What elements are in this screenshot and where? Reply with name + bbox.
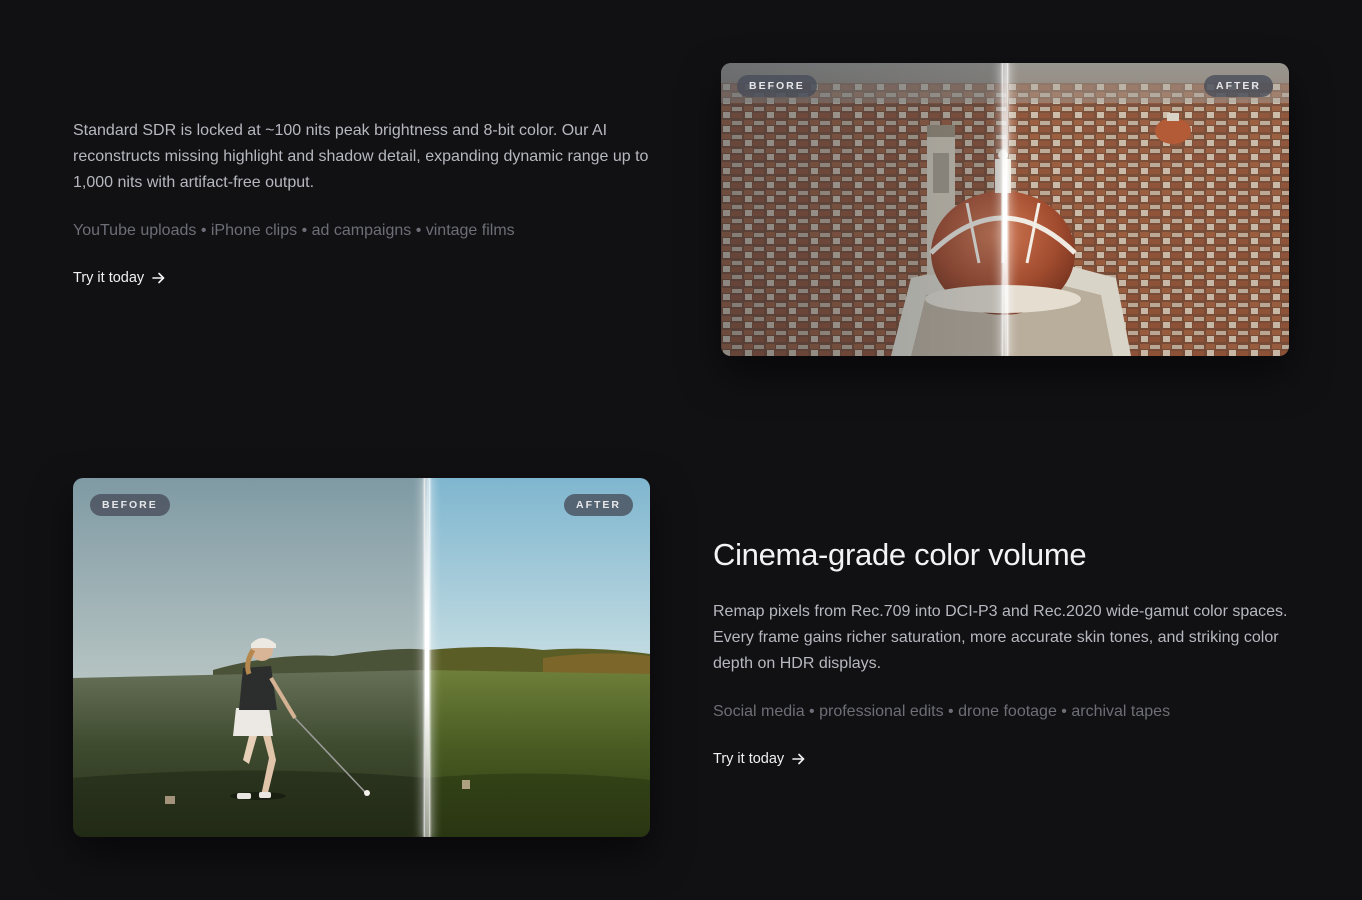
cta-label: Try it today [73, 270, 145, 286]
after-badge: AFTER [1204, 75, 1273, 97]
try-it-today-link[interactable]: Try it today [713, 751, 805, 767]
cta-label: Try it today [713, 751, 785, 768]
before-badge: BEFORE [90, 494, 170, 516]
comparison-slider-handle[interactable] [425, 478, 429, 837]
feature-title: Cinema-grade color volume [713, 537, 1087, 572]
golf-course-image [73, 478, 650, 837]
feature-color-volume-text: Cinema-grade color volume Remap pixels f… [713, 536, 1288, 768]
before-badge: BEFORE [737, 75, 817, 97]
arrow-right-icon [792, 753, 805, 765]
page: Standard SDR is locked at ~100 nits peak… [0, 0, 1362, 900]
feature-use-cases: YouTube uploads • iPhone clips • ad camp… [73, 222, 515, 239]
before-after-comparison-city[interactable]: BEFORE AFTER [721, 63, 1289, 356]
feature-description: Remap pixels from Rec.709 into DCI-P3 an… [713, 603, 1288, 673]
comparison-slider-handle[interactable] [1003, 63, 1007, 356]
try-it-today-link[interactable]: Try it today [73, 270, 165, 286]
before-after-comparison-golf[interactable]: BEFORE AFTER [73, 478, 650, 837]
feature-hdr-text: Standard SDR is locked at ~100 nits peak… [73, 118, 658, 287]
feature-description: Standard SDR is locked at ~100 nits peak… [73, 122, 649, 191]
arrow-right-icon [152, 272, 165, 284]
after-badge: AFTER [564, 494, 633, 516]
feature-use-cases: Social media • professional edits • dron… [713, 703, 1171, 721]
